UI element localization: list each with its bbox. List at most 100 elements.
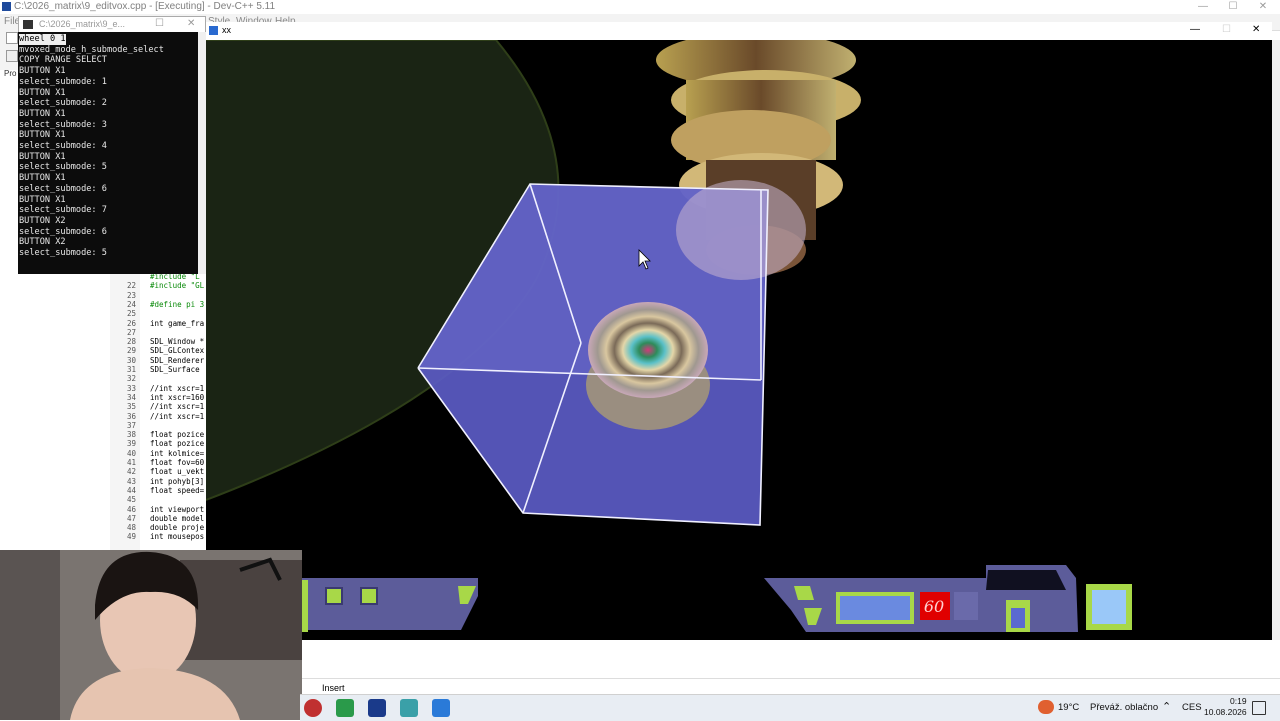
devcpp-app-icon-taskbar[interactable] [368, 699, 386, 717]
line-number: 41 [126, 458, 136, 467]
weather-temperature[interactable]: 19°C [1058, 702, 1079, 713]
console-line: select_submode: 1 [19, 76, 107, 87]
line-number: 25 [126, 309, 136, 319]
console-line: select_submode: 2 [19, 98, 107, 109]
console-close-button[interactable]: ✕ [187, 18, 195, 29]
line-number: 30 [126, 355, 136, 365]
code-text: int xscr=160 [150, 392, 205, 402]
console-line: select_submode: 7 [19, 205, 107, 216]
code-text: int kolmice= [150, 448, 205, 458]
devcpp-minimize-button[interactable]: — [1186, 0, 1220, 14]
code-text: double proje [150, 523, 205, 533]
sdl-window-title: xx [222, 25, 231, 35]
language-indicator[interactable]: CES [1182, 702, 1202, 713]
console-scrollbar[interactable] [198, 32, 206, 274]
line-number: 49 [126, 532, 136, 542]
editor-scrollbar[interactable] [1272, 40, 1280, 640]
line-number: 23 [126, 290, 136, 300]
line-number: 46 [126, 504, 136, 514]
sdl-app-icon [209, 26, 218, 35]
line-number: 36 [126, 411, 136, 421]
project-icon[interactable] [6, 50, 18, 62]
line-number: 33 [126, 383, 136, 393]
console-line: BUTTON X1 [19, 151, 66, 162]
console-line: select_submode: 4 [19, 141, 107, 151]
clock-date[interactable]: 10.08.2026 [1204, 707, 1247, 717]
sdl-app-icon-taskbar[interactable] [432, 699, 450, 717]
code-text: SDL_Surface [150, 365, 200, 374]
line-number: 26 [126, 318, 136, 328]
weather-description[interactable]: Převáž. oblačno [1090, 702, 1158, 713]
sdl-maximize-button[interactable]: ☐ [1222, 24, 1231, 35]
console-line: select_submode: 3 [19, 119, 107, 130]
clock-time[interactable]: 0:19 [1230, 696, 1247, 706]
sdl-render-canvas[interactable]: 60 [206, 40, 1272, 640]
console-maximize-button[interactable]: ☐ [155, 18, 164, 29]
code-text: float pozice [150, 439, 205, 449]
windows-taskbar: 19°C Převáž. oblačno ⌃ CES 0:19 10.08.20… [300, 694, 1280, 721]
line-number: 22 [126, 281, 136, 291]
line-number: 47 [126, 513, 136, 523]
new-file-icon[interactable] [6, 32, 18, 44]
weather-icon[interactable] [1038, 700, 1054, 714]
devcpp-titlebar: C:\2026_matrix\9_editvox.cpp - [Executin… [0, 0, 1280, 14]
console-line: mvoxed_mode_h_submode_select [19, 44, 164, 55]
devcpp-maximize-button[interactable]: ☐ [1216, 0, 1250, 14]
line-number: 27 [126, 327, 136, 337]
console-line: select_submode: 6 [19, 226, 107, 237]
line-number: 35 [126, 402, 136, 412]
console-line: wheel 0 1 [19, 34, 66, 45]
status-insert-mode: Insert [322, 683, 345, 693]
code-text: int viewport [150, 504, 205, 514]
console-line: COPY RANGE SELECT [19, 55, 107, 66]
sidebar-tab-project[interactable]: Pro [4, 69, 16, 78]
code-text: //int xscr=1 [150, 383, 205, 393]
console-line: BUTTON X1 [19, 87, 66, 98]
app-icon-1[interactable] [304, 699, 322, 717]
ghost-sphere [676, 180, 806, 280]
code-text: double model [150, 513, 205, 523]
code-text: float u_vekt [150, 467, 205, 477]
line-number: 45 [126, 495, 136, 505]
code-text: int pohyb[3] [150, 476, 205, 486]
console-line: BUTTON X1 [19, 130, 66, 141]
compiler-log-panel [300, 640, 1280, 694]
devcpp-app-icon [2, 2, 11, 11]
line-number: 29 [126, 346, 136, 356]
devcpp-window-title: C:\2026_matrix\9_editvox.cpp - [Executin… [14, 1, 276, 12]
console-line: select_submode: 5 [19, 248, 107, 258]
terminal-app-icon[interactable] [336, 699, 354, 717]
code-text: int mousepos [150, 532, 205, 542]
line-number: 31 [126, 365, 136, 374]
console-icon [23, 20, 33, 29]
code-editor[interactable]: #include "L 22 #include "GL 23 24 #define pi … [110, 270, 206, 550]
code-text: #define pi 3 [150, 299, 205, 309]
console-line: BUTTON X1 [19, 173, 66, 184]
console-line: select_submode: 5 [19, 162, 107, 173]
webcam-overlay [0, 550, 302, 720]
line-number: 43 [126, 476, 136, 486]
line-number: 24 [126, 299, 136, 309]
line-number: 28 [126, 337, 136, 347]
code-text: SDL_Window * [150, 337, 205, 347]
voxel-scene: 60 [206, 40, 1132, 632]
code-text: SDL_Renderer [150, 355, 205, 365]
code-text: //int xscr=1 [150, 402, 205, 412]
line-number: 44 [126, 485, 136, 495]
sdl-minimize-button[interactable]: — [1190, 24, 1200, 35]
code-text: float speed= [150, 485, 205, 495]
line-number: 48 [126, 523, 136, 533]
explorer-app-icon[interactable] [400, 699, 418, 717]
console-line: BUTTON X1 [19, 194, 66, 205]
code-line[interactable]: 49 int mousepos [110, 532, 204, 542]
sdl-window-titlebar: xx — ☐ ✕ [206, 22, 1272, 40]
line-number: 40 [126, 448, 136, 458]
chevron-up-icon[interactable]: ⌃ [1162, 700, 1171, 713]
code-text: int game_fra [150, 318, 205, 328]
notification-icon[interactable] [1252, 701, 1266, 715]
console-line: BUTTON X1 [19, 108, 66, 119]
code-text: #include "GL [150, 281, 205, 291]
sdl-close-button[interactable]: ✕ [1252, 24, 1260, 35]
devcpp-close-button[interactable]: ✕ [1246, 0, 1280, 14]
ripple-disc [588, 302, 708, 398]
